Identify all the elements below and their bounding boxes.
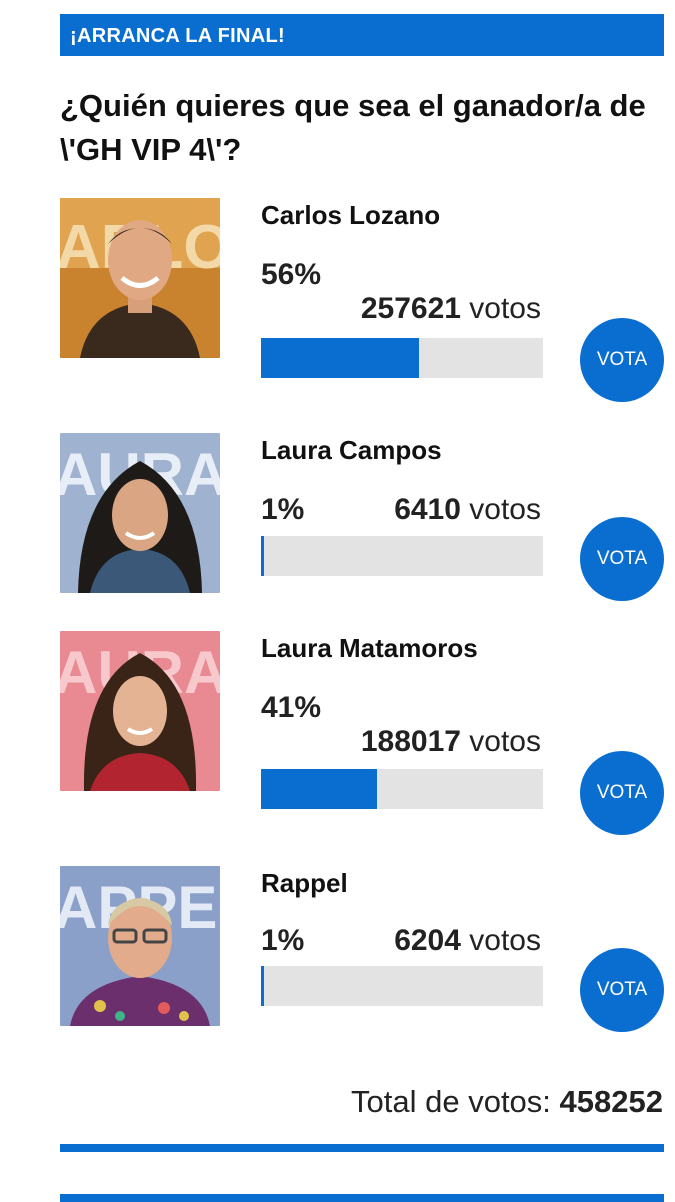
total-votes: Total de votos: 458252 [351,1084,663,1120]
candidate-name: Laura Campos [261,435,442,465]
vote-count: 6410 [394,493,461,526]
section-banner: ¡ARRANCA LA FINAL! [60,14,664,56]
vote-progress-bar [261,966,543,1006]
candidate-item: AURA Laura Campos 1% 6410 votos VOTA [0,433,675,633]
candidate-votes: 257621 votos [361,292,541,326]
divider [60,1144,664,1152]
vote-progress-fill [261,769,377,809]
candidate-percent: 41% [261,691,322,724]
candidate-name: Carlos Lozano [261,200,441,230]
candidate-percent: 56% [261,258,322,291]
candidate-votes: 188017 votos [361,725,541,759]
vote-button[interactable]: VOTA [580,517,664,601]
candidate-name: Laura Matamoros [261,633,478,663]
candidate-item: ARLO Carlos Lozano 56% 257621 votos VOTA [0,198,675,402]
votes-word: votos [469,924,541,957]
candidate-photo-laura-matamoros: AURA [60,631,220,791]
vote-count: 257621 [360,292,461,325]
vote-count: 188017 [360,725,461,758]
vote-button[interactable]: VOTA [580,751,664,835]
votes-word: votos [469,493,541,526]
vote-progress-bar [261,338,543,378]
total-label: Total de votos: [351,1084,551,1119]
candidate-percent: 1% [261,924,305,957]
candidate-votes: 6410 votos [394,493,541,527]
candidate-votes: 6204 votos [394,924,541,958]
candidate-percent: 1% [261,493,305,526]
vote-progress-bar [261,536,543,576]
candidate-item: APPE Rappel 1% 6204 votos VOTA [0,866,675,1066]
votes-word: votos [469,725,541,758]
vote-progress-fill [261,338,419,378]
vote-progress-fill [261,536,264,576]
vote-progress-bar [261,769,543,809]
votes-word: votos [469,292,541,325]
candidate-photo-laura-campos: AURA [60,433,220,593]
candidate-name: Rappel [261,868,348,898]
vote-button[interactable]: VOTA [580,948,664,1032]
candidate-photo-carlos-lozano: ARLO [60,198,220,358]
divider [60,1194,664,1202]
poll-question: ¿Quién quieres que sea el ganador/a de \… [60,88,646,167]
total-value: 458252 [559,1084,663,1119]
candidate-item: AURA Laura Matamoros 41% 188017 votos VO… [0,631,675,835]
candidate-photo-rappel: APPE [60,866,220,1026]
vote-button[interactable]: VOTA [580,318,664,402]
vote-count: 6204 [394,924,461,957]
vote-progress-fill [261,966,264,1006]
